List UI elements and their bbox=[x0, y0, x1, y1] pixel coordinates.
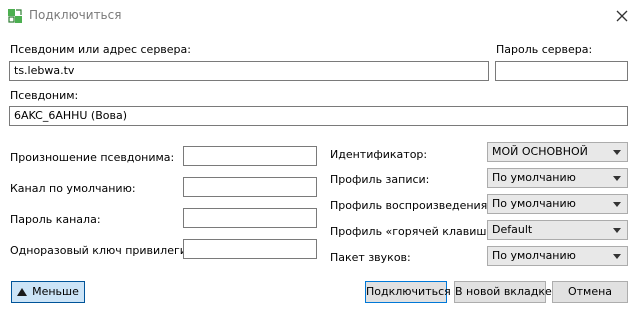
playback-profile-select[interactable]: По умолчанию bbox=[487, 194, 628, 214]
channel-password-label: Пароль канала: bbox=[10, 213, 101, 226]
cancel-button[interactable]: Отмена bbox=[552, 281, 628, 303]
less-button-label: Меньше bbox=[32, 285, 79, 298]
privilege-key-input[interactable] bbox=[183, 239, 317, 259]
server-address-label: Псевдоним или адрес сервера: bbox=[10, 43, 191, 56]
server-address-input[interactable]: ts.lebwa.tv bbox=[9, 61, 489, 81]
app-connect-icon bbox=[8, 9, 22, 23]
chevron-down-icon bbox=[613, 254, 621, 259]
playback-profile-label: Профиль воспроизведения: bbox=[330, 199, 491, 212]
playback-profile-value: По умолчанию bbox=[492, 197, 576, 210]
capture-profile-select[interactable]: По умолчанию bbox=[487, 168, 628, 188]
close-icon[interactable] bbox=[612, 6, 632, 26]
server-password-label: Пароль сервера: bbox=[496, 43, 593, 56]
chevron-down-icon bbox=[613, 150, 621, 155]
sound-pack-value: По умолчанию bbox=[492, 249, 576, 262]
nickname-input[interactable]: 6AKC_6AHHU (Вова) bbox=[9, 106, 628, 126]
channel-password-input[interactable] bbox=[183, 208, 317, 228]
phonetic-nickname-input[interactable] bbox=[183, 146, 317, 166]
privilege-key-label: Одноразовый ключ привилегии: bbox=[10, 244, 198, 257]
chevron-down-icon bbox=[613, 176, 621, 181]
phonetic-nickname-label: Произношение псевдонима: bbox=[10, 151, 175, 164]
chevron-down-icon bbox=[613, 202, 621, 207]
default-channel-input[interactable] bbox=[183, 177, 317, 197]
capture-profile-value: По умолчанию bbox=[492, 171, 576, 184]
identity-value: МОЙ ОСНОВНОЙ bbox=[492, 145, 588, 158]
identity-label: Идентификатор: bbox=[330, 148, 428, 161]
sound-pack-select[interactable]: По умолчанию bbox=[487, 246, 628, 266]
nickname-label: Псевдоним: bbox=[10, 89, 79, 102]
less-button[interactable]: Меньше bbox=[11, 281, 85, 303]
hotkey-profile-label: Профиль «горячей клавиши»: bbox=[330, 225, 504, 238]
triangle-up-icon bbox=[17, 288, 28, 296]
identity-select[interactable]: МОЙ ОСНОВНОЙ bbox=[487, 142, 628, 162]
connect-button[interactable]: Подключиться bbox=[365, 281, 451, 303]
new-tab-button[interactable]: В новой вкладке bbox=[454, 281, 552, 303]
capture-profile-label: Профиль записи: bbox=[330, 173, 430, 186]
window-title: Подключиться bbox=[29, 8, 122, 22]
chevron-down-icon bbox=[613, 228, 621, 233]
hotkey-profile-value: Default bbox=[492, 223, 533, 236]
sound-pack-label: Пакет звуков: bbox=[330, 251, 411, 264]
server-password-input[interactable] bbox=[495, 61, 628, 81]
hotkey-profile-select[interactable]: Default bbox=[487, 220, 628, 240]
default-channel-label: Канал по умолчанию: bbox=[10, 182, 136, 195]
